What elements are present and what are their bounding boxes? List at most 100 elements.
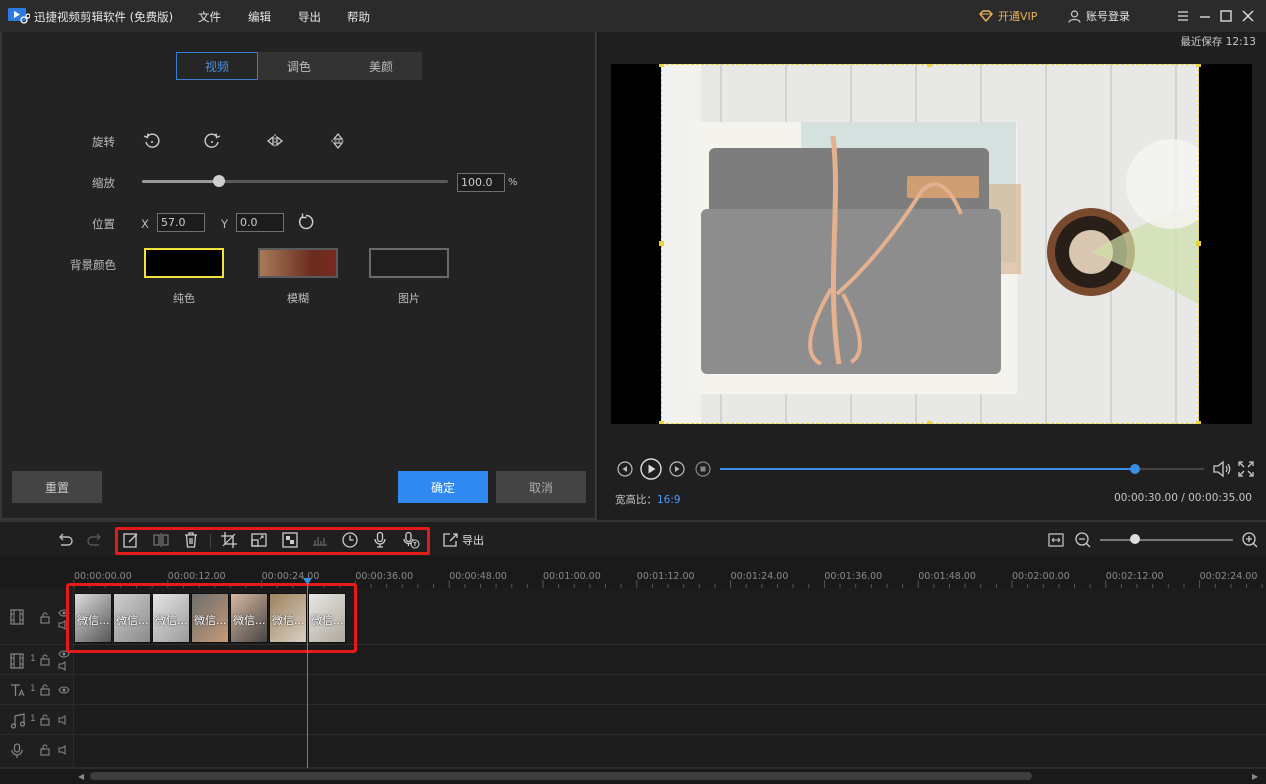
flip-horizontal-icon[interactable] [265, 131, 285, 151]
bg-color-label: 背景颜色 [70, 258, 116, 272]
crop-handle[interactable] [927, 64, 932, 67]
timeline-zoom-handle[interactable] [1130, 534, 1140, 544]
menu-edit[interactable]: 编辑 [248, 9, 271, 25]
ruler-tick-label: 00:00:00.00 [74, 571, 132, 582]
flip-vertical-icon[interactable] [328, 131, 348, 151]
crop-handle[interactable] [1196, 241, 1201, 246]
confirm-button[interactable]: 确定 [398, 471, 488, 503]
film-icon [10, 609, 24, 625]
crop-handle[interactable] [659, 64, 664, 67]
resize-icon[interactable] [250, 531, 268, 549]
position-y-input[interactable] [236, 213, 284, 232]
duration-clock-icon[interactable] [341, 531, 359, 549]
bg-solid-swatch[interactable] [144, 248, 224, 278]
vip-label: 开通VIP [998, 10, 1038, 23]
timecode: 00:00:30.00 / 00:00:35.00 [1114, 492, 1252, 504]
cancel-button[interactable]: 取消 [496, 471, 586, 503]
lock-icon[interactable] [39, 684, 51, 696]
zoom-in-icon[interactable] [1241, 531, 1259, 549]
x-label: X [141, 217, 149, 231]
playhead[interactable] [307, 580, 308, 768]
rotate-left-icon[interactable] [142, 131, 162, 151]
lock-icon[interactable] [39, 612, 51, 624]
film-icon [10, 653, 24, 669]
undo-icon[interactable] [56, 531, 74, 549]
rotate-right-icon[interactable] [202, 131, 222, 151]
reset-position-icon[interactable] [296, 212, 316, 232]
edit-icon[interactable] [122, 531, 140, 549]
track-count: 1 [30, 684, 36, 694]
play-icon[interactable] [640, 458, 662, 480]
bg-image-swatch[interactable] [369, 248, 449, 278]
scrollbar-thumb[interactable] [90, 772, 1032, 780]
menu-help[interactable]: 帮助 [347, 9, 370, 25]
scale-slider-handle[interactable] [212, 175, 225, 187]
lock-icon[interactable] [39, 714, 51, 726]
crop-handle[interactable] [1196, 64, 1201, 67]
voice-track[interactable] [0, 735, 1266, 768]
bg-solid-label: 纯色 [173, 292, 195, 305]
bg-blur-swatch[interactable] [258, 248, 338, 278]
crop-frame[interactable] [661, 64, 1199, 424]
next-frame-icon[interactable] [669, 461, 685, 477]
fullscreen-icon[interactable] [1237, 460, 1255, 478]
scroll-left-arrow-icon[interactable]: ◀ [78, 772, 84, 781]
timeline-scrollbar[interactable]: ◀ ▶ [0, 768, 1266, 784]
maximize-icon[interactable] [1219, 9, 1233, 23]
crop-icon[interactable] [220, 531, 238, 549]
y-label: Y [221, 217, 229, 231]
text-track[interactable]: 1 [0, 675, 1266, 705]
speaker-icon[interactable] [58, 715, 70, 725]
tab-video[interactable]: 视频 [176, 52, 258, 80]
prev-frame-icon[interactable] [617, 461, 633, 477]
music-note-icon [10, 713, 26, 729]
crop-handle[interactable] [659, 421, 664, 424]
tab-beauty[interactable]: 美颜 [340, 52, 422, 80]
fit-timeline-icon[interactable] [1047, 531, 1065, 549]
login-button[interactable]: 账号登录 [1068, 8, 1130, 24]
crop-handle[interactable] [1196, 421, 1201, 424]
voice-to-text-icon[interactable] [402, 531, 420, 549]
music-track[interactable]: 1 [0, 705, 1266, 735]
microphone-icon [11, 743, 23, 758]
volume-icon[interactable] [1212, 460, 1232, 478]
visibility-icon[interactable] [58, 685, 70, 695]
crop-handle[interactable] [659, 241, 664, 246]
zoom-out-icon[interactable] [1074, 531, 1092, 549]
scale-input[interactable] [457, 173, 505, 192]
minimize-icon[interactable] [1198, 9, 1212, 23]
video-preview[interactable] [611, 64, 1252, 424]
user-icon [1068, 9, 1081, 23]
export-button-label[interactable]: 导出 [462, 532, 484, 548]
lock-icon[interactable] [39, 654, 51, 666]
speaker-icon[interactable] [58, 661, 70, 671]
tab-color[interactable]: 调色 [258, 52, 340, 80]
ruler-tick-label: 00:00:36.00 [355, 571, 414, 582]
menu-export[interactable]: 导出 [298, 9, 321, 25]
playback-progress-fill [720, 468, 1135, 470]
crop-handle[interactable] [927, 421, 932, 424]
menu-file[interactable]: 文件 [198, 9, 221, 25]
lock-icon[interactable] [39, 744, 51, 756]
export-icon[interactable] [442, 531, 460, 549]
delete-icon[interactable] [182, 531, 200, 549]
close-icon[interactable] [1241, 9, 1255, 23]
vip-button[interactable]: 开通VIP [979, 8, 1037, 24]
playback-progress-handle[interactable] [1129, 464, 1140, 474]
microphone-icon[interactable] [371, 531, 389, 549]
aspect-ratio[interactable]: 宽高比：16:9 [615, 492, 681, 507]
speaker-icon[interactable] [58, 745, 70, 755]
scale-unit: % [508, 177, 518, 188]
menu-icon[interactable] [1176, 9, 1190, 23]
reset-button[interactable]: 重置 [12, 471, 102, 503]
position-x-input[interactable] [157, 213, 205, 232]
mosaic-icon[interactable] [281, 531, 299, 549]
audio-wave-icon[interactable] [311, 531, 329, 549]
redo-icon[interactable] [86, 531, 104, 549]
timeline-zoom-slider[interactable] [1100, 539, 1233, 541]
scroll-right-arrow-icon[interactable]: ▶ [1252, 772, 1258, 781]
stop-icon[interactable] [695, 461, 711, 477]
split-icon[interactable] [152, 531, 170, 549]
app-logo-icon [8, 7, 30, 25]
ruler-tick-label: 00:02:12.00 [1105, 571, 1164, 582]
